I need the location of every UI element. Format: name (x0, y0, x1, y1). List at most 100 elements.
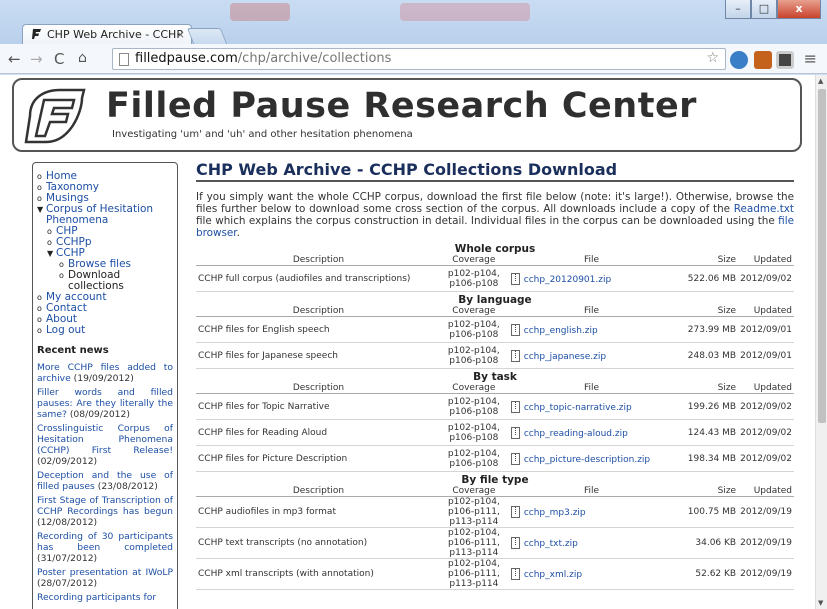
row-coverage: p102-p104, p106-p108 (440, 342, 507, 369)
news-link[interactable]: Recording of 30 participants has been co… (37, 531, 173, 553)
column-header-file: File (506, 383, 677, 394)
column-header-size: Size (676, 383, 739, 394)
file-download-link[interactable]: cchp_txt.zip (524, 539, 578, 549)
browser-tab[interactable]: CHP Web Archive - CCHP × (22, 24, 192, 45)
zip-file-icon (510, 400, 520, 413)
row-updated: 2012/09/02 (738, 265, 794, 292)
bookmark-star-icon[interactable]: ☆ (706, 50, 719, 66)
news-link[interactable]: Crosslinguistic Corpus of Hesitation Phe… (37, 423, 173, 456)
coverage-line: p106-p111, (447, 538, 500, 548)
nav-current-download-collections[interactable]: Download collections (68, 270, 130, 292)
extension-icon[interactable] (776, 51, 794, 69)
row-updated: 2012/09/01 (738, 316, 794, 343)
file-download-link[interactable]: cchp_mp3.zip (524, 508, 586, 518)
scrollbar-thumb[interactable] (818, 89, 826, 423)
news-item: More CCHP files added to archive (19/09/… (37, 362, 173, 384)
table-row: CCHP files for Topic Narrative p102-p104,… (196, 393, 794, 420)
minimize-button[interactable]: – (725, 0, 751, 19)
back-icon[interactable]: ← (8, 50, 21, 68)
forward-icon[interactable]: → (30, 50, 43, 68)
news-item: Filler words and filled pauses: Are they… (37, 387, 173, 420)
file-download-link[interactable]: cchp_english.zip (524, 326, 598, 336)
row-file: cchp_mp3.zip (506, 496, 677, 528)
news-date: (23/08/2012) (97, 481, 158, 492)
column-header-file: File (506, 255, 677, 266)
new-tab-button[interactable] (186, 28, 228, 44)
row-coverage: p102-p104, p106-p111, p113-p114 (440, 558, 507, 590)
row-coverage: p102-p104, p106-p108 (440, 419, 507, 446)
zip-file-icon (510, 452, 520, 465)
coverage-line: p106-p108 (449, 432, 499, 443)
files-table: Description Coverage File Size Updated CCHP f… (196, 306, 794, 369)
table-row: CCHP text transcripts (no annotation) p10… (196, 527, 794, 559)
address-path: /chp/archive/collections (237, 51, 392, 66)
bullet-icon: o (47, 238, 52, 247)
menu-icon[interactable]: ≡ (804, 49, 817, 68)
recent-news-heading: Recent news (37, 345, 109, 356)
news-item: Poster presentation at IWoLP (28/07/2012… (37, 567, 173, 589)
coverage-line: p102-p104, (447, 448, 500, 459)
news-link[interactable]: Poster presentation at IWoLP (37, 567, 173, 578)
bullet-icon: o (37, 183, 42, 192)
table-header-row: Description Coverage File Size Updated (196, 383, 794, 394)
row-size: 34.06 KB (676, 527, 739, 559)
files-table: Description Coverage File Size Updated CCHP f… (196, 255, 794, 292)
reload-icon[interactable]: C (54, 50, 64, 68)
vertical-scrollbar[interactable]: ▲ ▼ (815, 75, 827, 609)
file-download-link[interactable]: cchp_xml.zip (524, 570, 582, 580)
section-title: Whole corpus (454, 243, 536, 255)
news-item: Deception and the use of filled pauses (… (37, 470, 173, 492)
news-item: Recording of 30 participants has been co… (37, 531, 173, 564)
file-download-link[interactable]: cchp_japanese.zip (524, 352, 606, 362)
home-icon[interactable]: ⌂ (78, 50, 87, 66)
row-updated: 2012/09/19 (738, 527, 794, 559)
news-link[interactable]: Recording participants for (37, 592, 156, 603)
zip-file-icon (510, 426, 520, 439)
row-file: cchp_topic-narrative.zip (506, 393, 677, 420)
readme-link[interactable]: Readme.txt (734, 203, 794, 215)
coverage-line: p106-p108 (449, 355, 499, 366)
news-date: (28/07/2012) (37, 578, 98, 589)
scroll-down-icon[interactable]: ▼ (818, 599, 823, 607)
maximize-button[interactable]: □ (751, 0, 777, 19)
site-logo-icon[interactable] (24, 86, 88, 146)
table-row: CCHP files for Picture Description p102-p… (196, 445, 794, 472)
address-bar[interactable]: filledpause.com/chp/archive/collections … (112, 48, 726, 70)
bullet-icon: o (59, 260, 64, 269)
file-download-link[interactable]: cchp_reading-aloud.zip (524, 429, 628, 439)
column-header-description: Description (196, 383, 441, 394)
news-link[interactable]: First Stage of Transcription of CCHP Rec… (37, 495, 173, 517)
file-download-link[interactable]: cchp_picture-description.zip (524, 455, 650, 465)
row-description: CCHP files for Picture Description (196, 445, 441, 472)
nav-link-corpus[interactable]: Corpus of Hesitation Phenomena (46, 204, 164, 226)
nav-link-log-out[interactable]: Log out (46, 324, 85, 336)
table-header-row: Description Coverage File Size Updated (196, 255, 794, 266)
sidebar: o Home o Taxonomy o Musings ▼ Corpus of Hesi… (32, 162, 178, 609)
section-title: By file type (461, 474, 529, 486)
tab-close-icon[interactable]: × (176, 28, 185, 41)
file-download-link[interactable]: cchp_20120901.zip (524, 275, 611, 285)
column-header-description: Description (196, 306, 441, 317)
scroll-up-icon[interactable]: ▲ (818, 77, 823, 85)
table-row: CCHP full corpus (audiofiles and transcr… (196, 265, 794, 292)
extension-icon[interactable] (754, 51, 772, 69)
column-header-file: File (506, 306, 677, 317)
news-item: First Stage of Transcription of CCHP Rec… (37, 495, 173, 528)
expanded-arrow-icon: ▼ (37, 205, 44, 214)
zip-file-icon (510, 506, 520, 518)
close-window-button[interactable]: x (777, 0, 821, 19)
coverage-line: p106-p111, (447, 569, 500, 579)
page-title: CHP Web Archive - CCHP Collections Downl… (196, 160, 794, 182)
column-header-coverage: Coverage (440, 486, 507, 497)
column-header-description: Description (196, 486, 441, 497)
bullet-icon: o (37, 172, 42, 181)
file-download-link[interactable]: cchp_topic-narrative.zip (524, 403, 632, 413)
zip-file-icon (510, 568, 520, 580)
column-header-coverage: Coverage (440, 306, 507, 317)
column-header-coverage: Coverage (440, 383, 507, 394)
row-size: 124.43 MB (676, 419, 739, 446)
extension-icon[interactable] (730, 51, 748, 69)
coverage-line: p113-p114 (449, 579, 499, 589)
sidebar-nav: o Home o Taxonomy o Musings ▼ Corpus of Hesi… (37, 171, 173, 336)
column-header-updated: Updated (738, 486, 794, 497)
